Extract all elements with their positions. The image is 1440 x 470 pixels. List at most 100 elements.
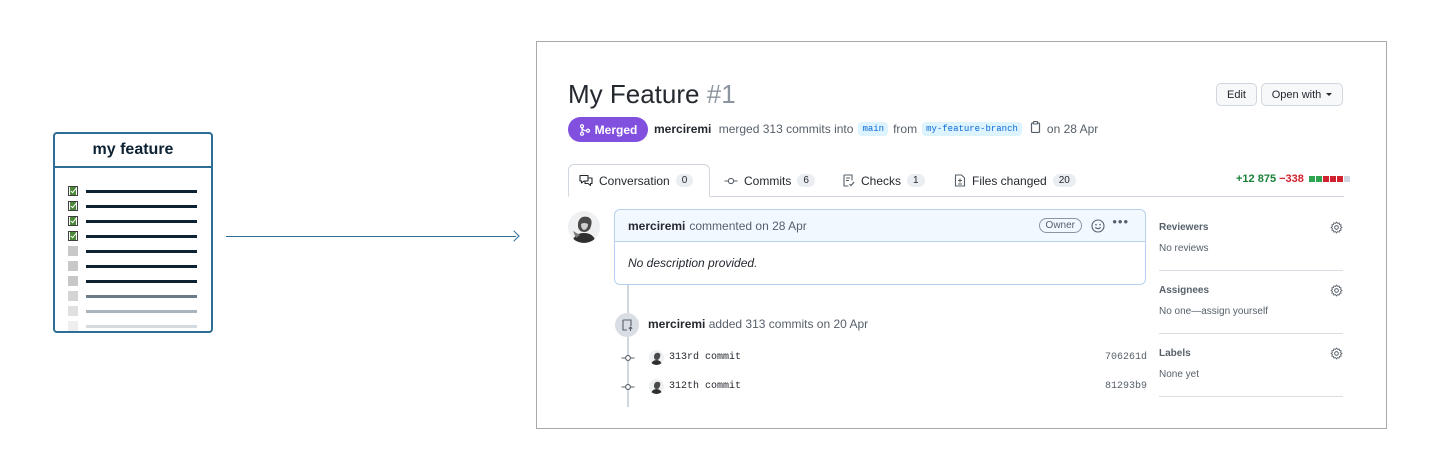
gear-icon[interactable]: [1330, 284, 1343, 302]
checked-checkbox-icon: [68, 186, 78, 196]
kebab-menu-icon[interactable]: •••: [1112, 214, 1129, 229]
task-item: [68, 230, 198, 245]
timeline-author[interactable]: merciremi: [648, 317, 705, 331]
unchecked-checkbox-icon: [68, 291, 78, 301]
sidebar-section-assignees: Assignees No one—assign yourself: [1159, 271, 1343, 334]
gear-icon[interactable]: [1330, 221, 1343, 239]
tab-conversation-count: 0: [675, 174, 694, 187]
comment-discussion-icon: [579, 174, 593, 187]
unchecked-checkbox-icon: [68, 276, 78, 286]
repo-push-icon: [615, 313, 639, 337]
head-branch[interactable]: my-feature-branch: [922, 121, 1022, 136]
comment-author[interactable]: merciremi: [628, 219, 685, 233]
sidebar-section-title[interactable]: Reviewers: [1159, 222, 1208, 233]
tab-files-count: 20: [1052, 174, 1076, 187]
comment-header: merciremi commented on 28 Apr Owner •••: [615, 210, 1145, 242]
pr-author-link[interactable]: merciremi: [654, 122, 711, 136]
sidebar-section-title[interactable]: Assignees: [1159, 285, 1209, 296]
pr-title-text: My Feature: [568, 79, 700, 109]
tab-files-label: Files changed: [972, 173, 1047, 188]
smiley-icon[interactable]: [1091, 219, 1105, 236]
sidebar-section-title[interactable]: Labels: [1159, 348, 1191, 359]
unchecked-checkbox-icon: [68, 246, 78, 256]
gear-icon[interactable]: [1330, 347, 1343, 365]
diffstat-additions: +12 875: [1236, 173, 1277, 185]
git-commit-icon: [621, 354, 635, 366]
task-item: [68, 245, 198, 260]
unchecked-checkbox-icon: [68, 306, 78, 316]
commit-message[interactable]: 312th commit: [669, 381, 741, 392]
task-line: [86, 220, 197, 223]
task-item: [68, 305, 198, 320]
unchecked-checkbox-icon: [68, 261, 78, 271]
avatar[interactable]: [649, 379, 664, 394]
task-line: [86, 295, 197, 298]
feature-card-title: my feature: [55, 134, 211, 168]
avatar[interactable]: [568, 211, 600, 243]
tab-checks[interactable]: Checks 1: [843, 164, 925, 197]
diffstat-block: [1343, 176, 1350, 182]
task-line: [86, 235, 197, 238]
task-line: [86, 325, 197, 328]
commit-message[interactable]: 313rd commit: [669, 352, 741, 363]
owner-badge: Owner: [1038, 218, 1082, 233]
tab-files-changed[interactable]: Files changed 20: [954, 164, 1076, 197]
checked-checkbox-icon: [68, 231, 78, 241]
task-list: [68, 185, 198, 335]
open-with-button[interactable]: Open with: [1261, 83, 1343, 106]
chevron-down-icon: [1326, 93, 1333, 96]
tab-commits-label: Commits: [744, 173, 792, 188]
task-line: [86, 205, 197, 208]
diffstat: +12 875 −338: [1236, 173, 1350, 185]
task-line: [86, 310, 197, 313]
tab-commits[interactable]: Commits 6: [724, 164, 815, 197]
diffstat-block: [1315, 176, 1322, 182]
pr-number: #1: [706, 79, 736, 109]
git-merge-icon: [579, 123, 590, 136]
tab-checks-label: Checks: [861, 173, 902, 188]
pr-meta: merciremi merged 313 commits into main f…: [654, 121, 1098, 136]
checked-checkbox-icon: [68, 201, 78, 211]
git-commit-icon: [621, 383, 635, 395]
arrow-head-icon: [508, 230, 520, 242]
diffstat-block: [1329, 176, 1336, 182]
commit-row[interactable]: 312th commit 81293b9: [621, 379, 1147, 395]
base-branch[interactable]: main: [858, 121, 889, 136]
unchecked-checkbox-icon: [68, 321, 78, 331]
feature-card: my feature: [53, 132, 213, 333]
commit-sha[interactable]: 81293b9: [1105, 381, 1147, 392]
pr-date: on 28 Apr: [1046, 121, 1099, 136]
page-title: My Feature #1: [568, 79, 736, 110]
pull-request-screenshot: My Feature #1 Edit Open with Merged merc…: [536, 41, 1387, 429]
task-item: [68, 320, 198, 335]
task-item: [68, 200, 198, 215]
sidebar-section-reviewers: Reviewers No reviews: [1159, 208, 1343, 271]
task-line: [86, 280, 197, 283]
copy-icon[interactable]: [1030, 121, 1041, 136]
checked-checkbox-icon: [68, 216, 78, 226]
tab-commits-count: 6: [797, 174, 815, 187]
diffstat-block: [1322, 176, 1329, 182]
task-item: [68, 290, 198, 305]
pr-merged-text: merged 313 commits into: [718, 121, 854, 136]
commit-sha[interactable]: 706261d: [1105, 352, 1147, 363]
diffstat-block: [1336, 176, 1343, 182]
sidebar-section-labels: Labels None yet: [1159, 334, 1343, 397]
tab-conversation[interactable]: Conversation 0: [568, 164, 710, 197]
checklist-icon: [843, 174, 855, 187]
commit-row[interactable]: 313rd commit 706261d: [621, 350, 1147, 366]
comment-box: merciremi commented on 28 Apr Owner ••• …: [614, 209, 1146, 285]
task-item: [68, 260, 198, 275]
sidebar-section-value[interactable]: No one—assign yourself: [1159, 306, 1268, 317]
task-item: [68, 215, 198, 230]
sidebar-section-value: None yet: [1159, 369, 1200, 380]
task-item: [68, 275, 198, 290]
edit-button[interactable]: Edit: [1216, 83, 1257, 106]
timeline-event: merciremi added 313 commits on 20 Apr: [648, 317, 868, 331]
file-diff-icon: [954, 174, 966, 187]
avatar[interactable]: [649, 350, 664, 365]
git-commit-icon: [724, 177, 738, 184]
status-badge: Merged: [568, 117, 648, 142]
tab-checks-count: 1: [907, 174, 925, 187]
status-badge-label: Merged: [594, 122, 638, 137]
